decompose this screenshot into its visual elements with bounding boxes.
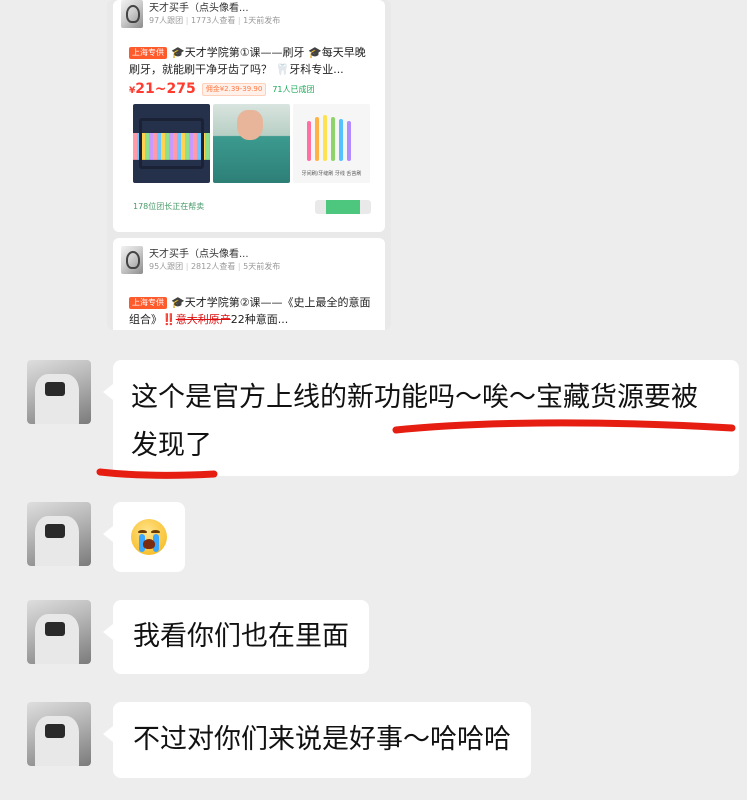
group-count: 71人已成团 <box>272 84 315 94</box>
dentist-photo[interactable] <box>213 104 290 183</box>
sender-avatar[interactable] <box>27 702 91 766</box>
crying-face-icon <box>131 519 167 555</box>
author-name: 天才买手（点头像看... <box>149 249 249 260</box>
author-avatar <box>121 0 143 28</box>
toothbrush-set-photo[interactable] <box>133 104 210 183</box>
author-avatar <box>121 246 143 274</box>
tools-caption: 牙间刷/牙缝刷 牙线 舌苔刷 <box>301 171 362 177</box>
price-row: ¥21~275 佣金¥2.39-39.90 71人已成团 <box>129 81 315 97</box>
group-buy-card[interactable]: 天才买手（点头像看... 97人跟团1773人查看1天前发布 上海专供🎓天才学院… <box>113 0 385 232</box>
shared-screenshot-image[interactable]: 天才买手（点头像看... 97人跟团1773人查看1天前发布 上海专供🎓天才学院… <box>107 0 391 330</box>
shop-tag: 上海专供 <box>129 47 167 59</box>
blurred-action-button[interactable] <box>315 200 371 214</box>
stat-views: 2812人查看 <box>183 262 235 271</box>
chat-screen: 天才买手（点头像看... 97人跟团1773人查看1天前发布 上海专供🎓天才学院… <box>0 0 747 800</box>
struck-text: 意大利原产 <box>175 313 231 326</box>
author-row: 天才买手（点头像看... 95人跟团2812人查看5天前发布 <box>121 246 280 274</box>
sender-avatar[interactable] <box>27 600 91 664</box>
group-buy-card[interactable]: 天才买手（点头像看... 95人跟团2812人查看5天前发布 上海专供🎓天才学院… <box>113 238 385 330</box>
dental-tools-photo[interactable]: 牙间刷/牙缝刷 牙线 舌苔刷 <box>293 104 370 183</box>
price-value: 21~275 <box>135 81 196 97</box>
stat-joined: 95人跟团 <box>149 262 184 271</box>
message-text: 我看你们也在里面 <box>133 621 349 652</box>
stat-joined: 97人跟团 <box>149 16 184 25</box>
shop-tag: 上海专供 <box>129 297 167 309</box>
author-name: 天才买手（点头像看... <box>149 3 249 14</box>
post-stats: 95人跟团2812人查看5天前发布 <box>149 261 280 272</box>
sender-avatar[interactable] <box>27 360 91 424</box>
stat-posted: 1天前发布 <box>235 16 280 25</box>
post-stats: 97人跟团1773人查看1天前发布 <box>149 15 280 26</box>
message-bubble[interactable]: 我看你们也在里面 <box>103 600 369 674</box>
product-thumbnails: 牙间刷/牙缝刷 牙线 舌苔刷 <box>133 104 370 183</box>
stat-posted: 5天前发布 <box>235 262 280 271</box>
message-row: 不过对你们来说是好事～哈哈哈 <box>27 702 531 778</box>
commission-badge: 佣金¥2.39-39.90 <box>201 82 267 96</box>
message-bubble[interactable]: 不过对你们来说是好事～哈哈哈 <box>103 702 531 778</box>
helper-count: 178位团长正在帮卖 <box>133 202 205 211</box>
message-row <box>27 502 185 572</box>
post-text: 上海专供 🎓天才学院第①课——刷牙 🎓每天早晚刷牙，就能刷干净牙齿了吗？ 🦷牙科专… <box>129 44 375 78</box>
author-row: 天才买手（点头像看... 97人跟团1773人查看1天前发布 <box>121 0 280 28</box>
price: ¥21~275 <box>129 81 196 97</box>
message-text: 不过对你们来说是好事～哈哈哈 <box>133 724 511 755</box>
stat-views: 1773人查看 <box>183 16 235 25</box>
post-text: 上海专供 🎓天才学院第②课——《史上最全的意面组合》‼️意大利原产22种意面... <box>129 294 375 328</box>
post-body-cont: 22种意面... <box>230 313 289 326</box>
message-row: 我看你们也在里面 <box>27 600 369 674</box>
message-bubble[interactable]: 这个是官方上线的新功能吗～唉～宝藏货源要被发现了 <box>103 360 739 476</box>
message-text: 这个是官方上线的新功能吗～唉～宝藏货源要被发现了 <box>131 382 698 461</box>
sender-avatar[interactable] <box>27 502 91 566</box>
message-bubble[interactable] <box>103 502 185 572</box>
message-row: 这个是官方上线的新功能吗～唉～宝藏货源要被发现了 <box>27 360 739 476</box>
